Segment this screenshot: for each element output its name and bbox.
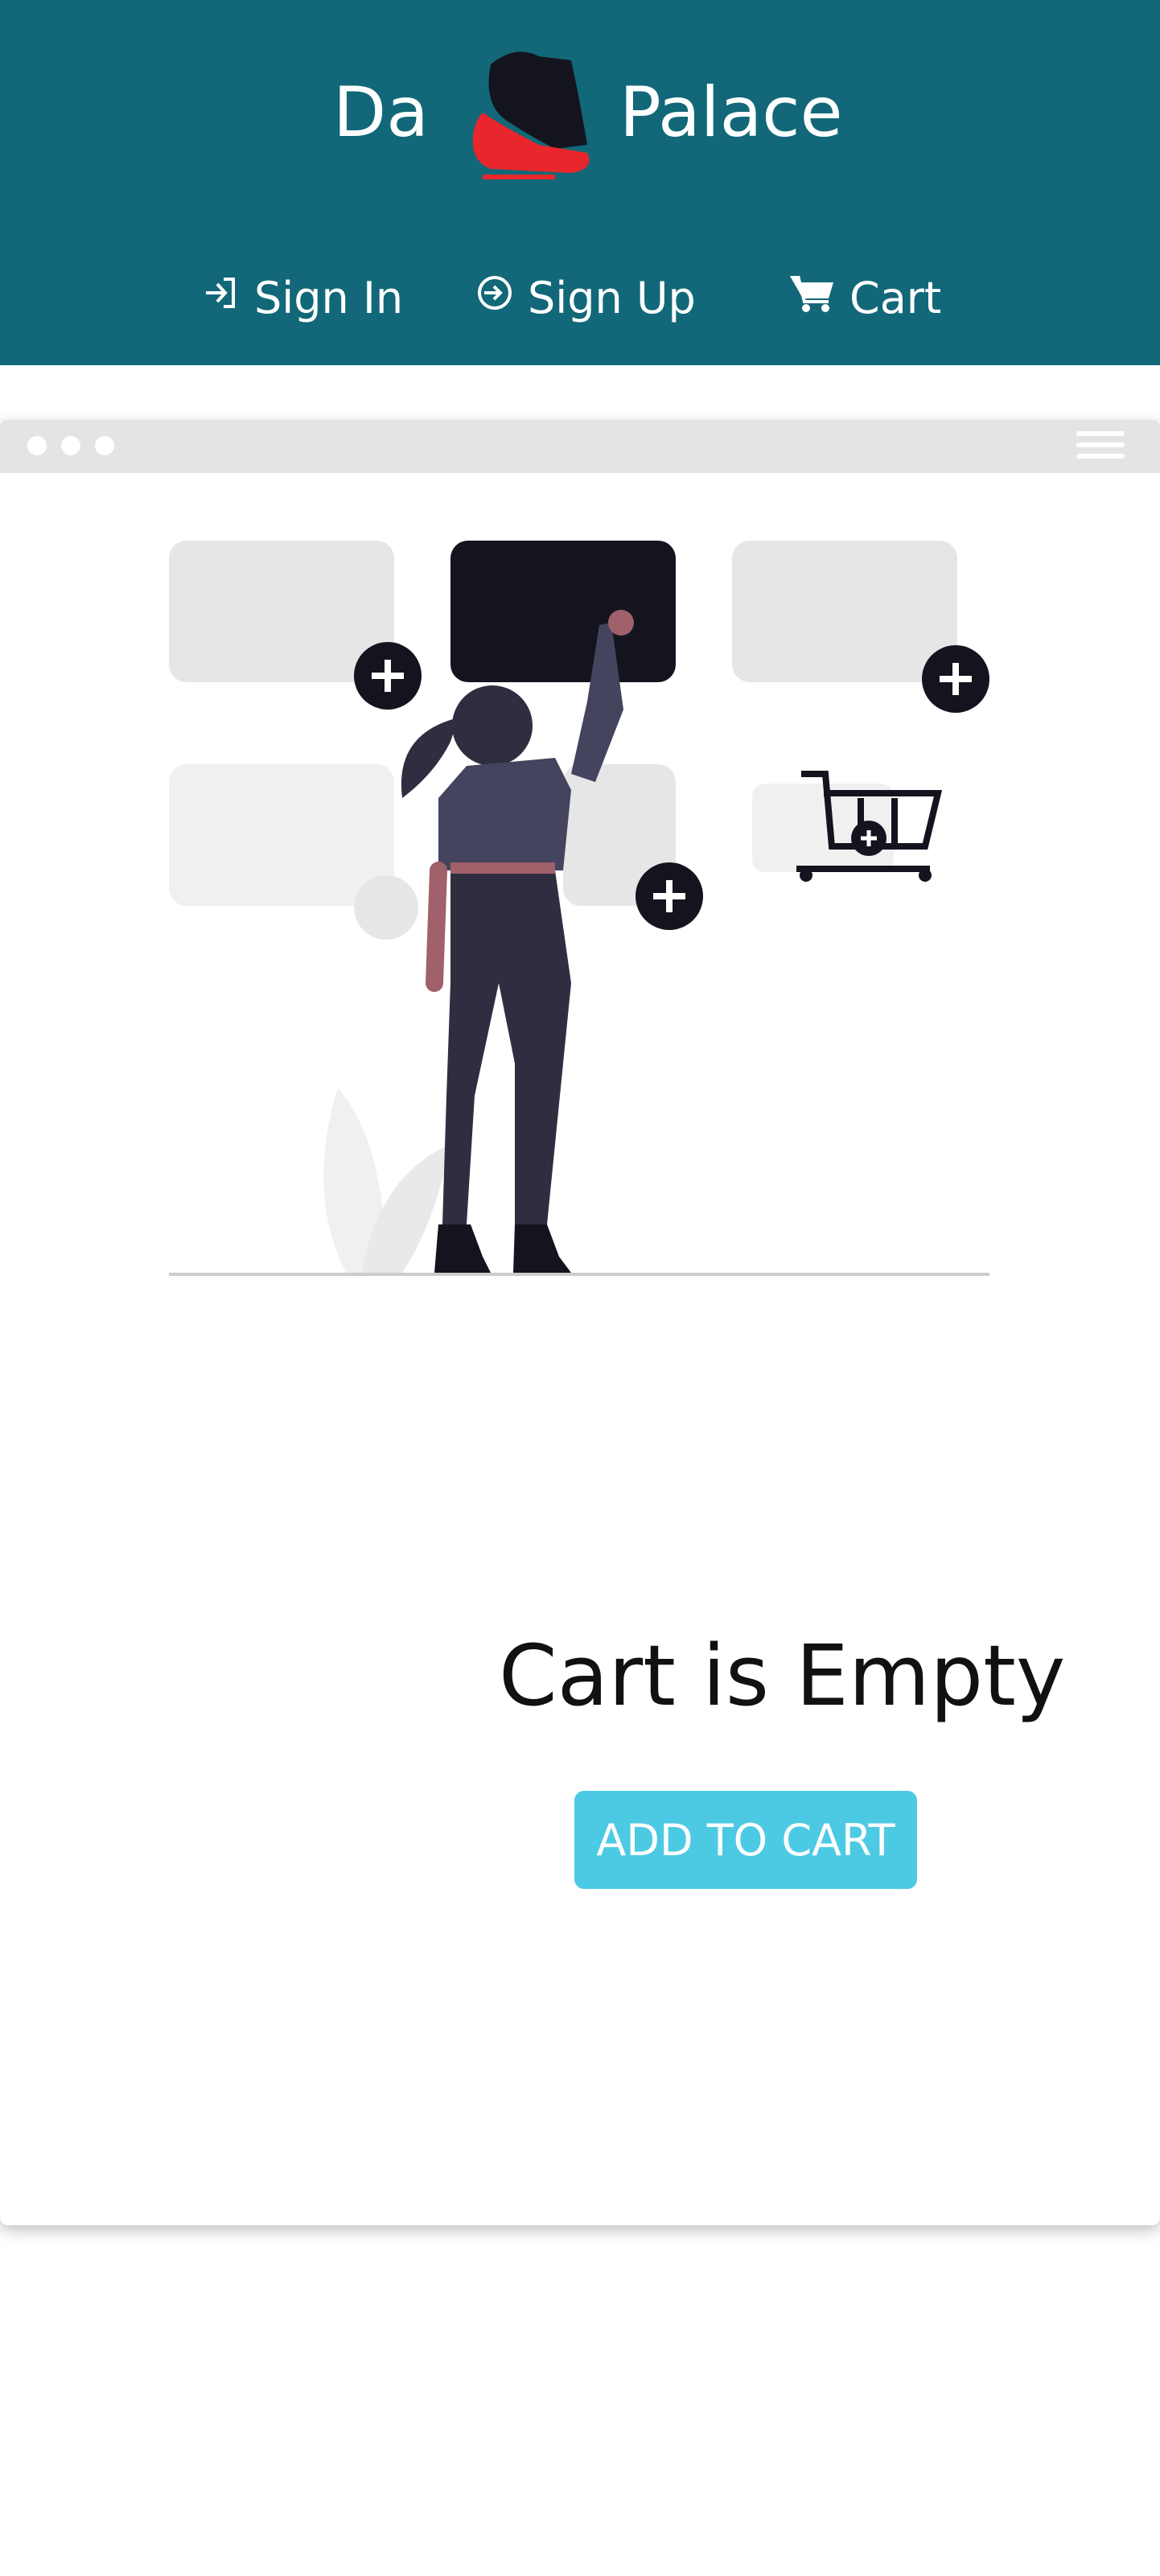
plus-icon <box>354 642 422 710</box>
cart-label: Cart <box>849 272 942 323</box>
window-dot <box>95 436 114 455</box>
window-dot <box>27 436 47 455</box>
plus-icon <box>922 645 989 713</box>
shoe-logo-icon[interactable] <box>459 40 595 185</box>
sign-in-link[interactable]: Sign In <box>201 265 403 330</box>
cart-panel: Cart is Empty ADD TO CART <box>0 420 1160 2225</box>
sign-up-link[interactable]: Sign Up <box>475 265 696 330</box>
window-chrome-bar <box>0 420 1160 473</box>
sign-in-icon <box>201 273 241 323</box>
add-to-cart-button[interactable]: ADD TO CART <box>574 1791 917 1889</box>
hamburger-icon[interactable] <box>1076 431 1125 462</box>
empty-cart-illustration <box>169 541 989 1276</box>
sign-up-icon <box>475 273 515 323</box>
brand-name-right: Palace <box>619 72 843 153</box>
cart-link[interactable]: Cart <box>788 265 941 330</box>
sign-in-label: Sign In <box>254 272 404 323</box>
window-dot <box>61 436 80 455</box>
brand-name-left: Da <box>333 72 429 153</box>
site-header: Da Palace Sign In Sign Up Cart <box>0 0 1160 365</box>
cart-icon <box>788 271 837 325</box>
plus-icon <box>636 862 703 930</box>
sign-up-label: Sign Up <box>528 272 696 323</box>
cart-empty-title: Cart is Empty <box>499 1627 1066 1725</box>
